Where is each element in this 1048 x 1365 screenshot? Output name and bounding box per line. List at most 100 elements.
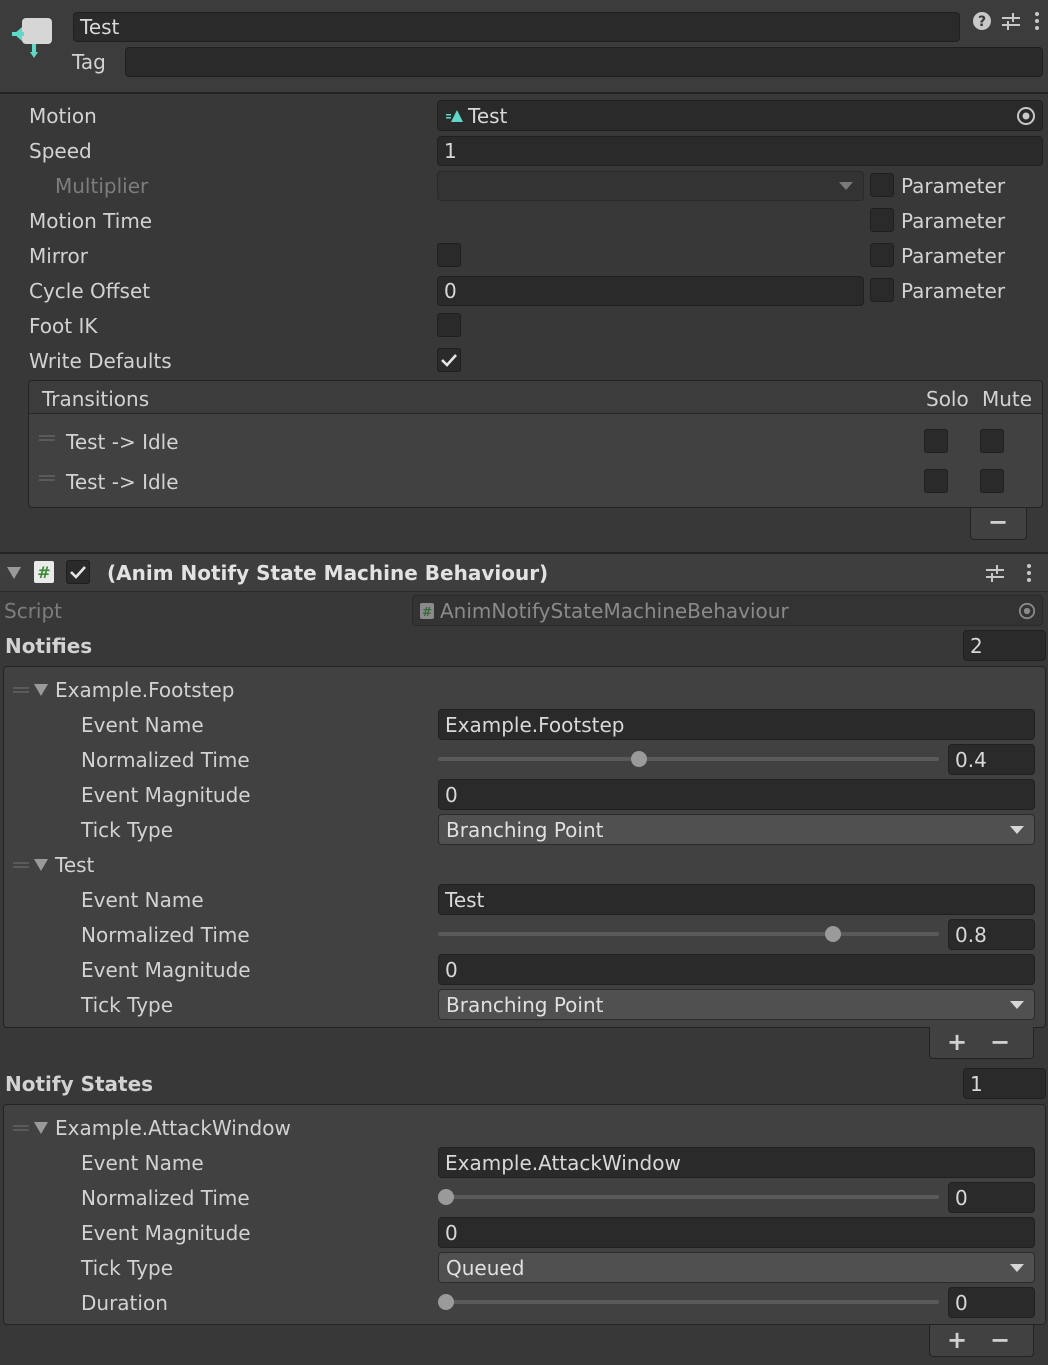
remove-transition-button[interactable]: −: [988, 510, 1008, 534]
foldout-arrow-icon[interactable]: [7, 567, 21, 579]
duration-slider-track[interactable]: [438, 1300, 939, 1304]
presets-icon[interactable]: [1000, 10, 1022, 32]
event-magnitude-label: Event Magnitude: [81, 1221, 251, 1245]
transitions-title: Transitions: [42, 387, 150, 411]
chevron-down-icon: [1010, 825, 1024, 834]
event-magnitude-field[interactable]: 0: [438, 779, 1035, 810]
cycle-offset-parameter-checkbox[interactable]: [870, 278, 894, 302]
tag-field[interactable]: [125, 47, 1043, 77]
foldout-arrow-icon[interactable]: [34, 684, 48, 696]
add-notify-button[interactable]: +: [947, 1030, 967, 1054]
solo-checkbox[interactable]: [924, 469, 948, 493]
normalized-time-label: Normalized Time: [81, 1186, 250, 1210]
notifies-count-field[interactable]: 2: [963, 630, 1046, 661]
normalized-time-slider-handle[interactable]: [631, 751, 647, 767]
normalized-time-field[interactable]: 0.4: [948, 744, 1035, 775]
drag-handle-icon[interactable]: [39, 435, 55, 441]
drag-handle-icon[interactable]: [13, 1125, 29, 1131]
csharp-script-icon: #: [420, 602, 434, 619]
foldout-arrow-icon[interactable]: [34, 1122, 48, 1134]
csharp-script-icon: #: [34, 561, 54, 583]
multiplier-parameter-checkbox[interactable]: [870, 173, 894, 197]
mute-checkbox[interactable]: [980, 429, 1004, 453]
duration-slider-handle[interactable]: [438, 1294, 454, 1310]
checkmark-icon: [70, 566, 86, 579]
notifies-list: Example.Footstep Event Name Example.Foot…: [3, 666, 1046, 1028]
event-name-field[interactable]: Test: [438, 884, 1035, 915]
object-picker-icon[interactable]: [1016, 106, 1036, 126]
drag-handle-icon[interactable]: [39, 475, 55, 481]
transition-row[interactable]: Test -> Idle: [29, 421, 1042, 461]
tick-type-dropdown[interactable]: Branching Point: [438, 814, 1035, 845]
event-magnitude-field[interactable]: 0: [438, 954, 1035, 985]
mute-column-header: Mute: [982, 387, 1033, 411]
tick-type-label: Tick Type: [81, 1256, 174, 1280]
notify-states-count-field[interactable]: 1: [963, 1068, 1046, 1099]
script-label: Script: [4, 599, 63, 623]
motion-time-parameter-checkbox[interactable]: [870, 208, 894, 232]
normalized-time-slider-handle[interactable]: [438, 1189, 454, 1205]
solo-checkbox[interactable]: [924, 429, 948, 453]
motion-field[interactable]: Test: [437, 100, 1043, 131]
mute-checkbox[interactable]: [980, 469, 1004, 493]
component-title: (Anim Notify State Machine Behaviour): [107, 561, 549, 585]
write-defaults-checkbox[interactable]: [437, 348, 461, 372]
remove-notify-button[interactable]: −: [990, 1030, 1010, 1054]
normalized-time-slider-handle[interactable]: [825, 926, 841, 942]
presets-icon[interactable]: [984, 562, 1006, 584]
cycle-offset-field[interactable]: 0: [437, 276, 864, 306]
notify-item-header[interactable]: Example.Footstep: [55, 680, 235, 700]
component-enabled-checkbox[interactable]: [66, 560, 90, 584]
name-field[interactable]: Test: [73, 12, 960, 42]
svg-text:#: #: [37, 563, 50, 582]
motion-time-parameter-label: Parameter: [901, 209, 1006, 233]
animator-state-icon: [12, 18, 52, 58]
mirror-parameter-checkbox[interactable]: [870, 243, 894, 267]
component-header[interactable]: # (Anim Notify State Machine Behaviour): [0, 554, 1048, 592]
notify-state-item-header[interactable]: Example.AttackWindow: [55, 1118, 291, 1138]
tick-type-dropdown[interactable]: Branching Point: [438, 989, 1035, 1020]
event-magnitude-field[interactable]: 0: [438, 1217, 1035, 1248]
help-icon[interactable]: ?: [971, 10, 993, 32]
transition-label: Test -> Idle: [66, 430, 179, 454]
event-name-label: Event Name: [81, 888, 204, 912]
header-separator: [0, 92, 1048, 94]
remove-notify-state-button[interactable]: −: [990, 1328, 1010, 1352]
event-name-field[interactable]: Example.Footstep: [438, 709, 1035, 740]
foldout-arrow-icon[interactable]: [34, 859, 48, 871]
script-value: AnimNotifyStateMachineBehaviour: [440, 598, 789, 623]
mirror-checkbox[interactable]: [437, 243, 461, 267]
transition-label: Test -> Idle: [66, 470, 179, 494]
write-defaults-label: Write Defaults: [29, 349, 172, 373]
motion-value: Test: [468, 103, 508, 128]
normalized-time-field[interactable]: 0.8: [948, 919, 1035, 950]
kebab-menu-icon[interactable]: [1022, 562, 1036, 584]
multiplier-label: Multiplier: [55, 174, 149, 198]
event-name-label: Event Name: [81, 713, 204, 737]
normalized-time-slider-track[interactable]: [438, 1195, 939, 1199]
normalized-time-field[interactable]: 0: [948, 1182, 1035, 1213]
event-name-field[interactable]: Example.AttackWindow: [438, 1147, 1035, 1178]
tick-type-dropdown[interactable]: Queued: [438, 1252, 1035, 1283]
animation-clip-icon: [446, 109, 463, 122]
tick-type-label: Tick Type: [81, 993, 174, 1017]
notify-states-footer: [929, 1325, 1034, 1357]
speed-field[interactable]: 1: [437, 136, 1043, 166]
multiplier-parameter-label: Parameter: [901, 174, 1006, 198]
kebab-menu-icon[interactable]: [1030, 10, 1044, 32]
cycle-offset-parameter-label: Parameter: [901, 279, 1006, 303]
solo-column-header: Solo: [926, 387, 969, 411]
cycle-offset-label: Cycle Offset: [29, 279, 151, 303]
notify-item-header[interactable]: Test: [55, 855, 94, 875]
speed-label: Speed: [29, 139, 92, 163]
drag-handle-icon[interactable]: [13, 862, 29, 868]
chevron-down-icon: [1010, 1000, 1024, 1009]
duration-field[interactable]: 0: [948, 1287, 1035, 1318]
normalized-time-slider-track[interactable]: [438, 932, 939, 936]
foot-ik-checkbox[interactable]: [437, 313, 461, 337]
transition-row[interactable]: Test -> Idle: [29, 461, 1042, 501]
normalized-time-slider-track[interactable]: [438, 757, 939, 761]
add-notify-state-button[interactable]: +: [947, 1328, 967, 1352]
motion-label: Motion: [29, 104, 97, 128]
drag-handle-icon[interactable]: [13, 687, 29, 693]
